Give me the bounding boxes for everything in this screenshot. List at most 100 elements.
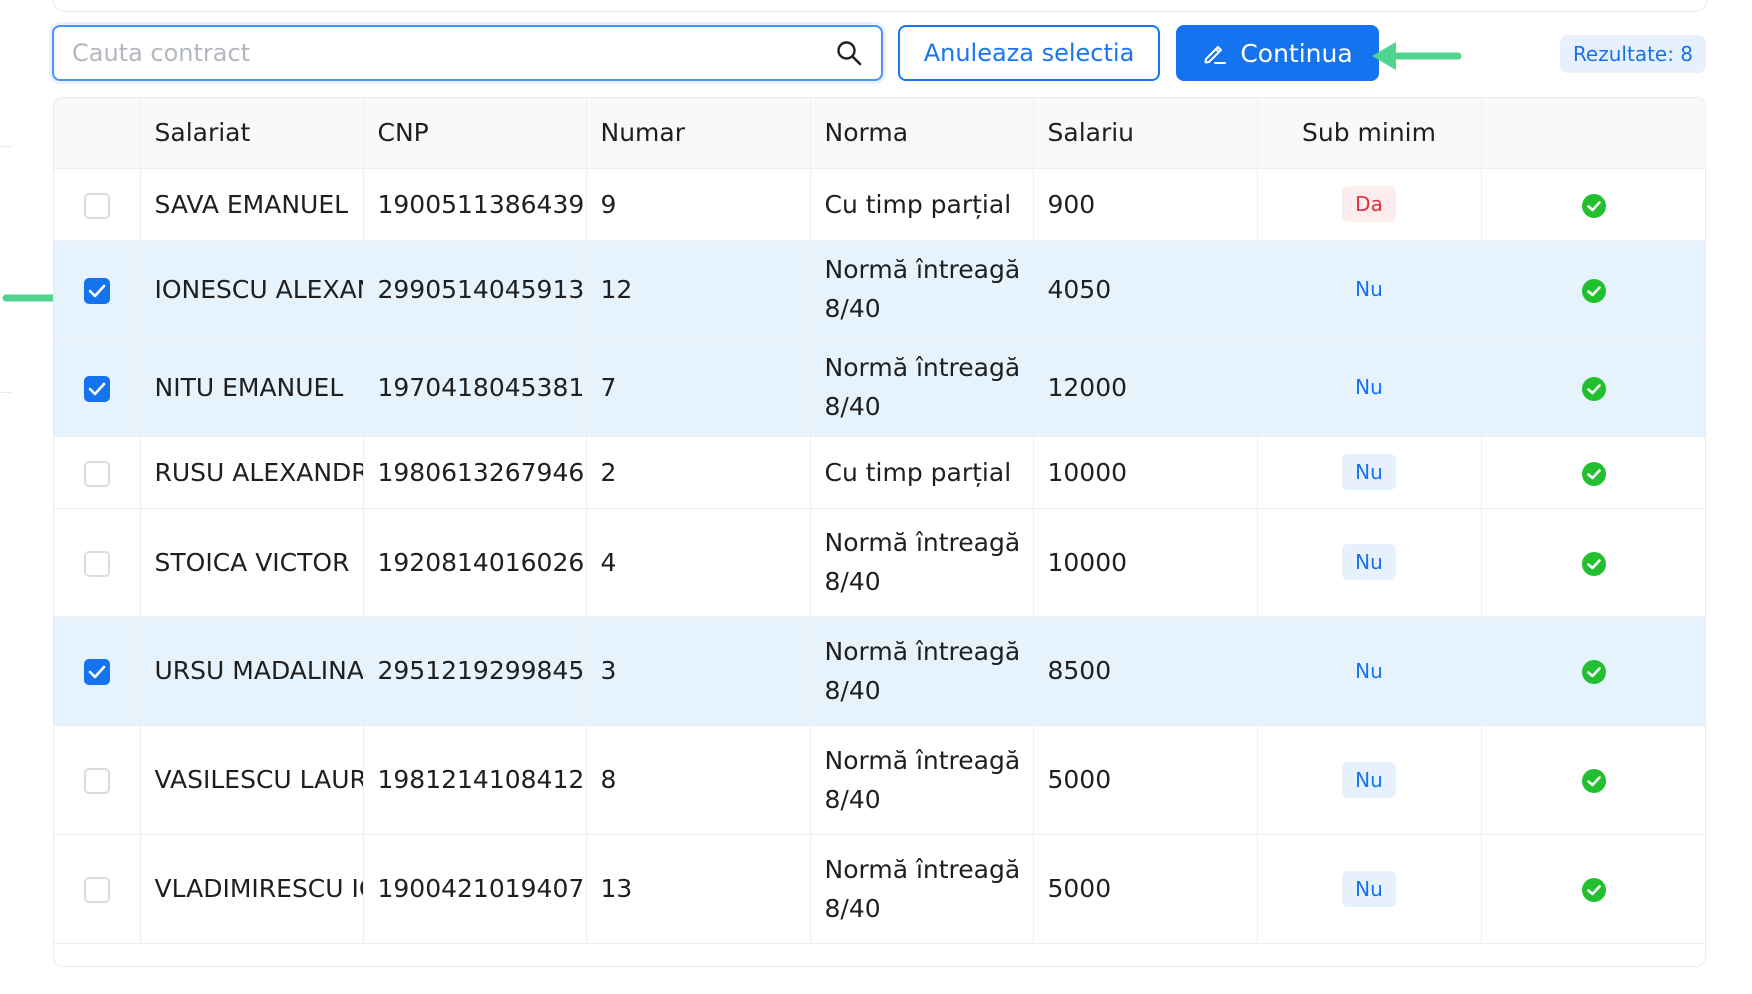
check-circle-icon <box>1582 660 1607 684</box>
results-count-badge: Rezultate: 8 <box>1560 35 1706 73</box>
cell-numar: 2 <box>586 436 811 508</box>
cell-salariat: NITU EMANUEL <box>140 338 364 436</box>
table-row[interactable]: IONESCU ALEXAN 2990514045913 12 Normă în… <box>54 240 1705 338</box>
norma-line-2: 8/40 <box>824 294 881 323</box>
sub-minim-badge: Nu <box>1342 544 1396 580</box>
search-icon[interactable] <box>835 39 863 67</box>
column-header-salariu[interactable]: Salariu <box>1033 98 1258 169</box>
column-header-salariat[interactable]: Salariat <box>140 98 364 169</box>
cell-sub-minim: Nu <box>1257 616 1482 725</box>
row-checkbox[interactable] <box>83 460 110 487</box>
column-header-select <box>54 98 141 169</box>
cell-sub-minim: Nu <box>1257 240 1482 338</box>
norma-line-1: Cu timp parțial <box>824 189 1012 219</box>
cell-salariu: 12000 <box>1033 338 1258 436</box>
cell-numar: 13 <box>586 834 811 943</box>
cell-norma: Normă întreagă 8/40 <box>810 240 1034 338</box>
column-header-status <box>1481 98 1705 169</box>
sub-minim-badge: Nu <box>1342 454 1396 490</box>
cell-cnp: 1900511386439 <box>363 168 587 240</box>
cell-numar: 3 <box>586 616 811 725</box>
row-checkbox[interactable] <box>83 768 110 794</box>
cell-norma: Cu timp parțial <box>810 168 1034 240</box>
continue-button[interactable]: Continua <box>1176 25 1379 81</box>
table-row[interactable]: VLADIMIRESCU IC 1900421019407 13 Normă î… <box>54 834 1705 943</box>
cell-salariat: RUSU ALEXANDRU <box>140 436 364 508</box>
cell-sub-minim: Nu <box>1257 338 1482 436</box>
pencil-icon <box>1204 46 1227 64</box>
cell-salariat: IONESCU ALEXAN <box>140 240 364 338</box>
table-row[interactable]: URSU MADALINA 2951219299845 3 Normă într… <box>54 616 1705 725</box>
cell-salariu: 8500 <box>1033 616 1258 725</box>
cell-norma: Normă întreagă 8/40 <box>810 616 1034 725</box>
table-row[interactable]: SAVA EMANUEL 1900511386439 9 Cu timp par… <box>54 168 1705 240</box>
check-circle-icon <box>1582 551 1607 576</box>
column-header-cnp[interactable]: CNP <box>363 98 587 169</box>
cell-norma: Normă întreagă 8/40 <box>810 338 1034 436</box>
check-circle-icon <box>1582 461 1607 486</box>
cell-salariat: STOICA VICTOR <box>140 508 364 616</box>
sub-minim-badge: Nu <box>1342 870 1396 907</box>
norma-line-1: Normă întreagă <box>824 353 1021 382</box>
cell-sub-minim: Da <box>1257 168 1482 240</box>
cell-salariu: 4050 <box>1033 240 1258 338</box>
row-checkbox[interactable] <box>83 877 110 903</box>
table-row[interactable]: NITU EMANUEL 1970418045381 7 Normă între… <box>54 338 1705 436</box>
sub-minim-badge: Nu <box>1355 375 1383 399</box>
cell-salariu: 5000 <box>1033 834 1258 943</box>
cell-numar: 4 <box>586 508 811 616</box>
cell-salariu: 5000 <box>1033 725 1258 834</box>
check-circle-icon <box>1582 769 1607 793</box>
continue-button-label: Continua <box>1240 38 1353 68</box>
row-checkbox[interactable] <box>83 659 110 685</box>
cell-cnp: 1900421019407 <box>363 834 587 943</box>
check-circle-icon <box>1582 376 1607 401</box>
column-header-norma[interactable]: Norma <box>810 98 1034 169</box>
norma-line-2: 8/40 <box>824 392 881 421</box>
norma-line-1: Normă întreagă <box>824 745 1021 775</box>
norma-line-2: 8/40 <box>824 675 881 705</box>
cell-numar: 12 <box>586 240 811 338</box>
cell-salariu: 10000 <box>1033 436 1258 508</box>
cell-numar: 8 <box>586 725 811 834</box>
search-input[interactable] <box>72 27 772 79</box>
table-row[interactable]: VASILESCU LAUR 1981214108412 8 Normă înt… <box>54 725 1705 834</box>
norma-line-1: Normă întreagă <box>824 528 1021 557</box>
cell-salariat: VLADIMIRESCU IC <box>140 834 364 943</box>
cell-cnp: 1980613267946 <box>363 436 587 508</box>
column-header-numar[interactable]: Numar <box>586 98 811 169</box>
row-checkbox[interactable] <box>83 375 110 402</box>
cell-salariu: 900 <box>1033 168 1258 240</box>
table-row[interactable]: RUSU ALEXANDRU 1980613267946 2 Cu timp p… <box>54 436 1705 508</box>
cell-sub-minim: Nu <box>1257 725 1482 834</box>
norma-line-2: 8/40 <box>824 567 881 596</box>
row-checkbox[interactable] <box>83 550 110 577</box>
table-row[interactable]: STOICA VICTOR 1920814016026 4 Normă într… <box>54 508 1705 616</box>
contracts-table: Salariat CNP Numar Norma Salariu Sub min… <box>53 97 1706 967</box>
cell-cnp: 2951219299845 <box>363 616 587 725</box>
cell-cnp: 1981214108412 <box>363 725 587 834</box>
check-circle-icon <box>1582 278 1607 303</box>
norma-line-2: 8/40 <box>824 784 881 814</box>
row-checkbox[interactable] <box>83 192 110 219</box>
cell-norma: Normă întreagă 8/40 <box>810 508 1034 616</box>
cell-norma: Normă întreagă 8/40 <box>810 834 1034 943</box>
cell-sub-minim: Nu <box>1257 508 1482 616</box>
norma-line-1: Cu timp parțial <box>824 457 1012 487</box>
sub-minim-badge: Da <box>1342 186 1396 222</box>
sub-minim-badge: Nu <box>1355 658 1383 683</box>
cell-salariat: SAVA EMANUEL <box>140 168 364 240</box>
search-box[interactable] <box>52 25 883 81</box>
cancel-selection-button[interactable]: Anuleaza selectia <box>898 25 1160 81</box>
row-checkbox[interactable] <box>83 277 110 304</box>
cell-salariat: URSU MADALINA <box>140 616 364 725</box>
sub-minim-badge: Nu <box>1355 277 1383 301</box>
norma-line-1: Normă întreagă <box>824 255 1021 284</box>
cell-sub-minim: Nu <box>1257 436 1482 508</box>
cell-cnp: 1920814016026 <box>363 508 587 616</box>
left-divider <box>0 392 12 393</box>
norma-line-2: 8/40 <box>824 893 881 923</box>
top-panel-edge <box>52 0 1708 12</box>
sub-minim-badge: Nu <box>1342 761 1396 798</box>
column-header-sub-minim[interactable]: Sub minim <box>1257 98 1482 169</box>
